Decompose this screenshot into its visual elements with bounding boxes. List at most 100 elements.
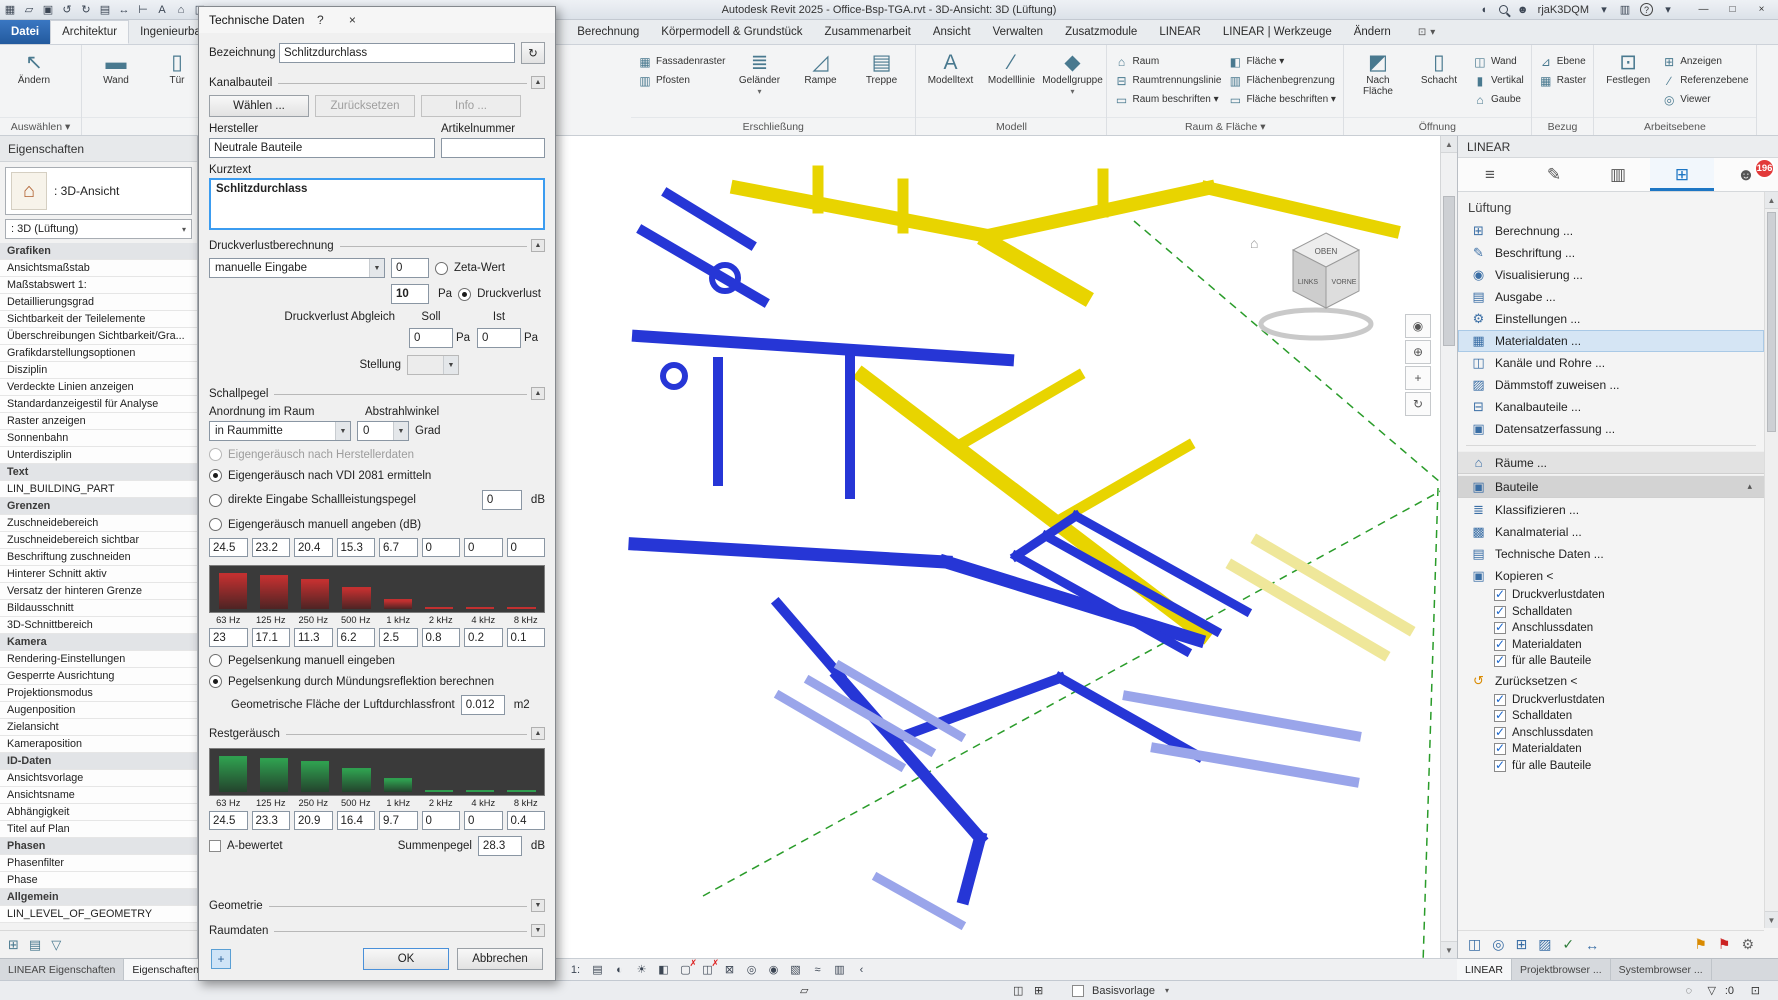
home-icon[interactable]: ⌂	[1250, 235, 1258, 251]
big-button-model-text-icon[interactable]: AModelltext	[923, 48, 977, 86]
type-selector[interactable]: ⌂ : 3D-Ansicht	[5, 167, 192, 215]
property-row[interactable]: Ansichtsname	[0, 787, 197, 804]
panel-label[interactable]: Raum & Fläche ▾	[1107, 117, 1342, 135]
check-tool-icon[interactable]: ✓	[1562, 936, 1574, 953]
schallleistung-input[interactable]: 0	[482, 490, 522, 510]
crop-view-icon[interactable]: ▢✗	[676, 961, 695, 978]
pegelsenkung-manuell-radio[interactable]	[209, 654, 222, 667]
small-button-wall-opening-icon[interactable]: ◫Wand	[1473, 53, 1524, 70]
ribbon-tab-zusammenarbeit[interactable]: Zusammenarbeit	[814, 20, 922, 44]
minimize-button[interactable]: —	[1689, 0, 1718, 19]
linear-item-output-icon[interactable]: ▤Ausgabe ...	[1458, 286, 1764, 308]
property-row[interactable]: Zielansicht	[0, 719, 197, 736]
reveal-hidden-icon[interactable]: ◉	[764, 961, 783, 978]
ribbon-tab-verwalten[interactable]: Verwalten	[982, 20, 1055, 44]
option-checkbox-row[interactable]: Druckverlustdaten	[1458, 692, 1764, 709]
small-button-room-separator-icon[interactable]: ⊟Raumtrennungslinie	[1114, 72, 1221, 89]
section-druckverlust[interactable]: Druckverlustberechnung ▲	[209, 237, 545, 255]
linear-scrollbar[interactable]: ▲ ▼	[1764, 192, 1778, 928]
ribbon-tab-linear-werkzeuge[interactable]: LINEAR | Werkzeuge	[1212, 20, 1343, 44]
linear-scroll-up-icon[interactable]: ▲	[1765, 192, 1778, 209]
linear-item-ducts-pipes-icon[interactable]: ◫Kanäle und Rohre ...	[1458, 352, 1764, 374]
small-button-vertical-opening-icon[interactable]: ▮Vertikal	[1473, 72, 1524, 89]
scroll-down-icon[interactable]: ▼	[1441, 941, 1457, 958]
canvas-vertical-scrollbar[interactable]: ▲ ▼	[1440, 136, 1457, 958]
aligned-dimension-icon[interactable]: ⊢	[137, 1, 149, 19]
eigengeraeusch-value-input[interactable]: 20.4	[294, 538, 333, 557]
linear-item-duct-material-icon[interactable]: ▩Kanalmaterial ...	[1458, 521, 1764, 543]
bottom-tab-linear[interactable]: LINEAR	[1457, 959, 1512, 980]
section-expand-icon[interactable]: ▼	[531, 924, 545, 937]
restgeraeusch-value-input[interactable]: 0	[422, 811, 461, 830]
eigengeraeusch-value-input[interactable]: 15.3	[337, 538, 376, 557]
checked-checkbox[interactable]	[1494, 694, 1506, 706]
restgeraeusch-value-input[interactable]: 0.4	[507, 811, 546, 830]
property-row[interactable]: LIN_BUILDING_PART	[0, 481, 197, 498]
dialog-pin-tool[interactable]: +	[211, 949, 231, 969]
bottom-tab-projektbrowser-[interactable]: Projektbrowser ...	[1512, 959, 1611, 980]
property-group-row[interactable]: Kamera	[0, 634, 197, 651]
artikelnummer-input[interactable]	[441, 138, 545, 158]
checked-checkbox[interactable]	[1494, 760, 1506, 772]
eigengeraeusch-value-input[interactable]: 0	[464, 538, 503, 557]
big-button-model-group-icon[interactable]: ◆Modellgruppe▾	[1045, 48, 1099, 97]
property-group-row[interactable]: ID-Daten	[0, 753, 197, 770]
design-option-caret-icon[interactable]: ▾	[1165, 981, 1169, 1000]
small-button-workplane-viewer-icon[interactable]: ◎Viewer	[1662, 91, 1748, 108]
open-icon[interactable]: ▱	[23, 1, 35, 19]
property-row[interactable]: Verdeckte Linien anzeigen	[0, 379, 197, 396]
checked-checkbox[interactable]	[1494, 606, 1506, 618]
waehlen-button[interactable]: Wählen ...	[209, 95, 309, 117]
section-collapse-icon[interactable]: ▲	[531, 387, 545, 400]
bottom-tab-eigenschaften[interactable]: Eigenschaften	[124, 959, 208, 980]
small-button-area-tag-icon[interactable]: ▭Fläche beschriften ▾	[1228, 91, 1336, 108]
property-row[interactable]: Zuschneidebereich	[0, 515, 197, 532]
option-checkbox-row[interactable]: für alle Bauteile	[1458, 758, 1764, 775]
ribbon-tab-körpermodell-grundstück[interactable]: Körpermodell & Grundstück	[650, 20, 813, 44]
pan-icon[interactable]: +	[1405, 366, 1431, 390]
section-collapse-icon[interactable]: ▲	[531, 239, 545, 252]
pegelsenkung-value-input[interactable]: 0.2	[464, 628, 503, 647]
unlock-3d-icon[interactable]: ⊠	[720, 961, 739, 978]
dialog-close-button[interactable]: ×	[336, 7, 368, 33]
small-button-level-icon[interactable]: ⊿Ebene	[1539, 53, 1586, 70]
bottom-tab-linear-eigenschaften[interactable]: LINEAR Eigenschaften	[0, 959, 124, 980]
restgeraeusch-value-input[interactable]: 24.5	[209, 811, 248, 830]
linear-item-calculation-icon[interactable]: ⊞Berechnung ...	[1458, 220, 1764, 242]
account-avatar-icon[interactable]: ☻	[1517, 1, 1529, 19]
worksharing-display-icon[interactable]: ▥	[830, 961, 849, 978]
linear-item-copy-icon[interactable]: ▣Kopieren <	[1458, 565, 1764, 587]
detail-level-icon[interactable]: ▤	[588, 961, 607, 978]
property-row[interactable]: Hinterer Schnitt aktiv	[0, 566, 197, 583]
property-row[interactable]: Beschriftung zuschneiden	[0, 549, 197, 566]
flag-red-icon[interactable]: ⚑	[1718, 936, 1731, 953]
flaeche-input[interactable]: 0.012	[461, 695, 505, 715]
big-button-opening-by-face-icon[interactable]: ◩Nach Fläche	[1351, 48, 1405, 97]
panel-label[interactable]: Öffnung	[1344, 117, 1531, 135]
section-collapse-icon[interactable]: ▲	[531, 76, 545, 89]
info-button[interactable]: Info ...	[421, 95, 521, 117]
notifications-icon[interactable]: ◖	[1478, 1, 1490, 19]
save-icon[interactable]: ▣	[42, 1, 54, 19]
pegelsenkung-value-input[interactable]: 0.8	[422, 628, 461, 647]
dialog-help-button[interactable]: ?	[304, 7, 336, 33]
scale-icon[interactable]: 1:	[566, 961, 585, 978]
checked-checkbox[interactable]	[1494, 710, 1506, 722]
druckverlust-mode-combo[interactable]: manuelle Eingabe▼	[209, 258, 385, 278]
bezeichnung-input[interactable]: Schlitzdurchlass	[279, 43, 515, 63]
text-icon[interactable]: A	[156, 1, 168, 19]
ist-input[interactable]: 0	[477, 328, 521, 348]
ribbon-tab-ändern[interactable]: Ändern	[1343, 20, 1402, 44]
property-row[interactable]: Phasenfilter	[0, 855, 197, 872]
linear-item-classify-icon[interactable]: ≣Klassifizieren ...	[1458, 499, 1764, 521]
props-list-icon[interactable]: ▤	[29, 937, 41, 953]
orbit-icon[interactable]: ↻	[1405, 392, 1431, 416]
status-misc-icon-1[interactable]: ◫	[1013, 981, 1023, 1000]
status-misc-icon-2[interactable]: ⊞	[1034, 981, 1043, 1000]
small-button-dormer-opening-icon[interactable]: ⌂Gaube	[1473, 91, 1524, 108]
section-geometrie[interactable]: Geometrie ▼	[209, 897, 545, 915]
restgeraeusch-value-input[interactable]: 9.7	[379, 811, 418, 830]
ribbon-tab-zusatzmodule[interactable]: Zusatzmodule	[1054, 20, 1148, 44]
property-row[interactable]: Ansichtsvorlage	[0, 770, 197, 787]
undo-icon[interactable]: ↺	[61, 1, 73, 19]
